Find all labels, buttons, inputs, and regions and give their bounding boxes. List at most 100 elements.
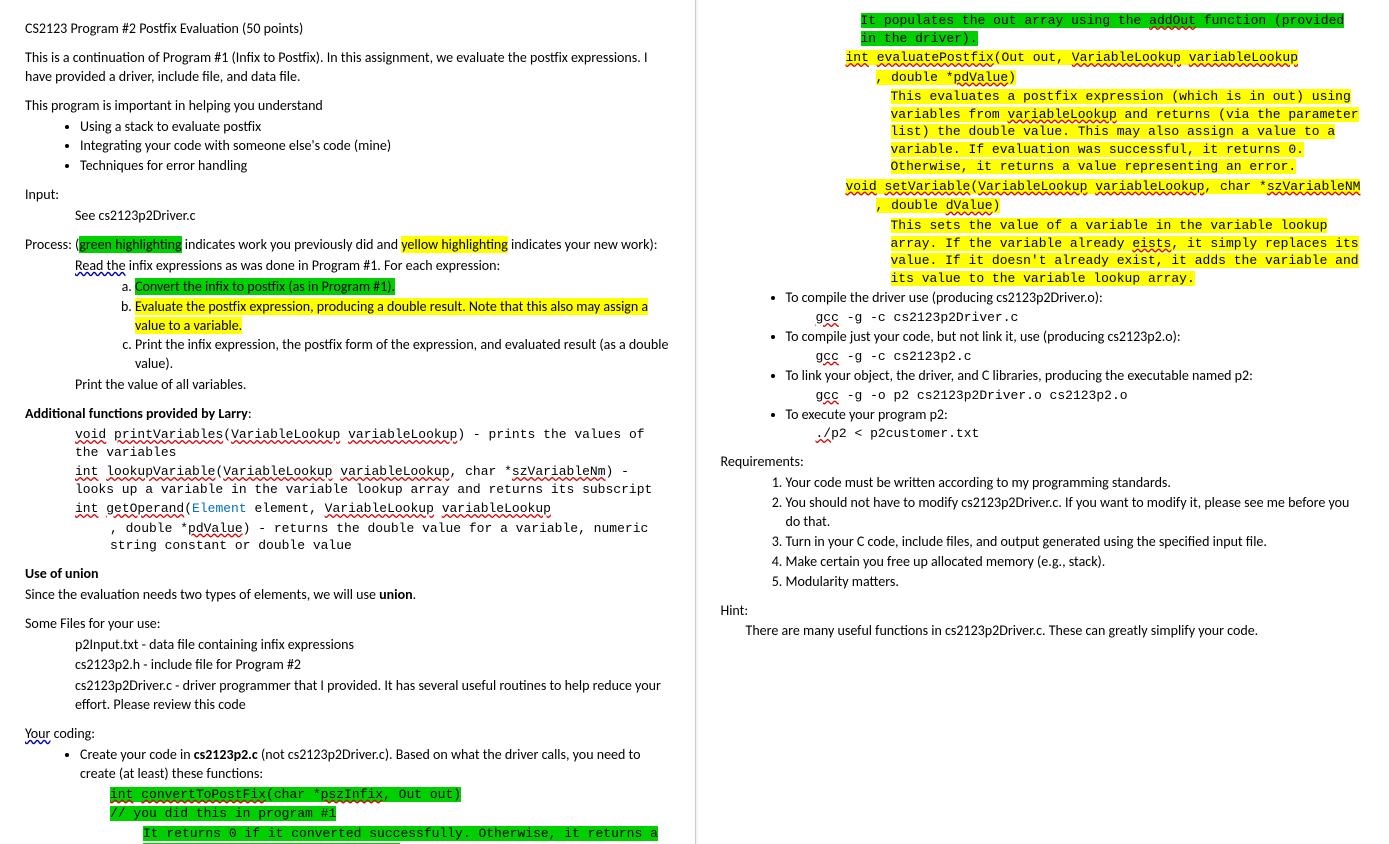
eval-desc: This evaluates a postfix expression (whi…	[891, 88, 1366, 176]
addl-bold: Additional functions provided by Larry	[25, 405, 248, 422]
importance-bullets: Using a stack to evaluate postfix Integr…	[25, 118, 670, 177]
page-2: It populates the out array using the add…	[696, 0, 1389, 844]
eval-l2c: )	[1008, 70, 1016, 85]
setv-l2b: dValue	[946, 198, 993, 213]
step-b: Evaluate the postfix expression, produci…	[135, 298, 670, 336]
union-t1: Since the evaluation needs two types of …	[25, 586, 379, 603]
elem-param: element,	[247, 501, 325, 516]
populate-line: It populates the out array using the add…	[861, 12, 1366, 47]
setv-param2: szVariableNM	[1267, 179, 1361, 194]
expression-steps: Convert the infix to postfix (as in Prog…	[25, 278, 670, 374]
print-all: Print the value of all variables.	[75, 376, 670, 395]
fn3-l2a: , double *	[110, 521, 188, 536]
file-3: cs2123p2Driver.c - driver programmer tha…	[75, 677, 670, 715]
conv-int: int	[110, 787, 133, 802]
hint-label: Hint:	[721, 602, 1366, 621]
convert-desc1: It returns 0 if it converted successfull…	[143, 825, 670, 844]
fn3-line2: , double *pdValue) - returns the double …	[110, 520, 670, 555]
yellow-highlight-label: yellow highlighting	[401, 236, 508, 253]
fn-lookupvariable: int lookupVariable(VariableLookup variab…	[75, 463, 670, 498]
process-lead: Process: (	[25, 236, 79, 253]
bullet-stack: Using a stack to evaluate postfix	[80, 118, 670, 137]
eval-sig: int evaluatePostfix(Out out, VariableLoo…	[846, 49, 1366, 67]
eval-open: (Out out,	[994, 50, 1072, 65]
file-1: p2Input.txt - data file containing infix…	[75, 636, 670, 655]
type-element: Element	[192, 501, 247, 516]
convert-sig: int convertToPostFix(char *pszInfix, Out…	[110, 786, 670, 804]
step-b-text: Evaluate the postfix expression, produci…	[135, 298, 648, 334]
union-t2: union	[379, 586, 413, 603]
req-5: Modularity matters.	[786, 573, 1366, 592]
setv-d2: eists	[1132, 236, 1171, 251]
page-1: CS2123 Program #2 Postfix Evaluation (50…	[0, 0, 695, 844]
input-see: See cs2123p2Driver.c	[75, 207, 670, 226]
pop-2: addOut	[1149, 13, 1196, 28]
param-3: szVariableNm	[512, 464, 606, 479]
yb1-a: Create your code in	[80, 746, 194, 763]
fn-printvariables: void printVariables(VariableLookup varia…	[75, 426, 670, 461]
compile-driver-text: To compile the driver use (producing cs2…	[786, 289, 1103, 306]
setv-sig: void setVariable(VariableLookup variable…	[846, 178, 1366, 196]
eval-type: VariableLookup	[1072, 50, 1181, 65]
fn-name: printVariables	[114, 427, 223, 442]
read-lead: Read the	[75, 257, 126, 274]
process-mid: indicates work you previously did and	[182, 236, 402, 253]
setv-desc: This sets the value of a variable in the…	[891, 217, 1366, 287]
read-line: Read the infix expressions as was done i…	[75, 257, 670, 276]
pop-1: It populates the out array using the	[861, 13, 1150, 28]
eval-l2b: pdValue	[954, 70, 1009, 85]
setv-comma: , char *	[1204, 179, 1266, 194]
kw-int: int	[75, 464, 98, 479]
convert-comment: // you did this in program #1	[110, 805, 670, 823]
eval-d2: variableLookup	[1008, 107, 1117, 122]
eval-param: variableLookup	[1189, 50, 1298, 65]
conv-open: (char *	[266, 787, 321, 802]
fn3-l2b: pdValue	[188, 521, 243, 536]
importance-paragraph: This program is important in helping you…	[25, 97, 670, 116]
setv-name: setVariable	[885, 179, 971, 194]
your-coding-bullets: Create your code in cs2123p2.c (not cs21…	[25, 746, 670, 784]
document-two-page-view: CS2123 Program #2 Postfix Evaluation (50…	[0, 0, 1389, 844]
bullet-error: Techniques for error handling	[80, 157, 670, 176]
kw-int-3: int	[75, 501, 98, 516]
compile-driver-bullet: To compile the driver use (producing cs2…	[786, 289, 1366, 327]
your-bullet-1: Create your code in cs2123p2.c (not cs21…	[80, 746, 670, 784]
process-line: Process: (green highlighting indicates w…	[25, 236, 670, 255]
file-2: cs2123p2.h - include file for Program #2	[75, 656, 670, 675]
cmd2-rest: -g -c cs2123p2.c	[839, 349, 972, 364]
fn-getoperand: int getOperand(Element element, Variable…	[75, 500, 670, 518]
conv-close: , Out out)	[383, 787, 461, 802]
step-a-text: Convert the infix to postfix (as in Prog…	[135, 278, 395, 295]
union-text: Since the evaluation needs two types of …	[25, 586, 670, 605]
eval-line2: , double *pdValue)	[876, 69, 1366, 87]
additional-functions-label: Additional functions provided by Larry:	[25, 405, 670, 424]
eval-l2a: , double *	[876, 70, 954, 85]
yb1-bold: cs2123p2.c	[194, 746, 258, 763]
eval-name: evaluatePostfix	[877, 50, 994, 65]
setv-void: void	[846, 179, 877, 194]
kw-void: void	[75, 427, 106, 442]
req-4: Make certain you free up allocated memor…	[786, 553, 1366, 572]
cmd4-lead: ./	[816, 426, 832, 441]
your-coding-label: Your coding:	[25, 725, 670, 744]
files-label: Some Files for your use:	[25, 615, 670, 634]
setv-l2c: )	[993, 198, 1001, 213]
union-bold: Use of union	[25, 565, 99, 582]
setv-l2a: , double	[876, 198, 946, 213]
gcc-2: gcc	[816, 349, 839, 364]
req-2: You should not have to modify cs2123p2Dr…	[786, 494, 1366, 532]
your-word: Your	[25, 725, 50, 742]
build-bullets: To compile the driver use (producing cs2…	[721, 289, 1366, 443]
fn2-name: lookupVariable	[106, 464, 215, 479]
conv-name: convertToPostFix	[141, 787, 266, 802]
input-label: Input:	[25, 186, 670, 205]
param-2: variableLookup	[340, 464, 449, 479]
green-highlight-label: green highlighting	[79, 236, 181, 253]
param-1: variableLookup	[348, 427, 457, 442]
conv-desc1-text: It returns 0 if it converted successfull…	[143, 826, 658, 844]
title: CS2123 Program #2 Postfix Evaluation (50…	[25, 20, 670, 39]
type-1: VariableLookup	[231, 427, 340, 442]
conv-param: pszInfix	[321, 787, 383, 802]
exec-text: To execute your program p2:	[786, 406, 948, 423]
requirements-list: Your code must be written according to m…	[721, 474, 1366, 591]
